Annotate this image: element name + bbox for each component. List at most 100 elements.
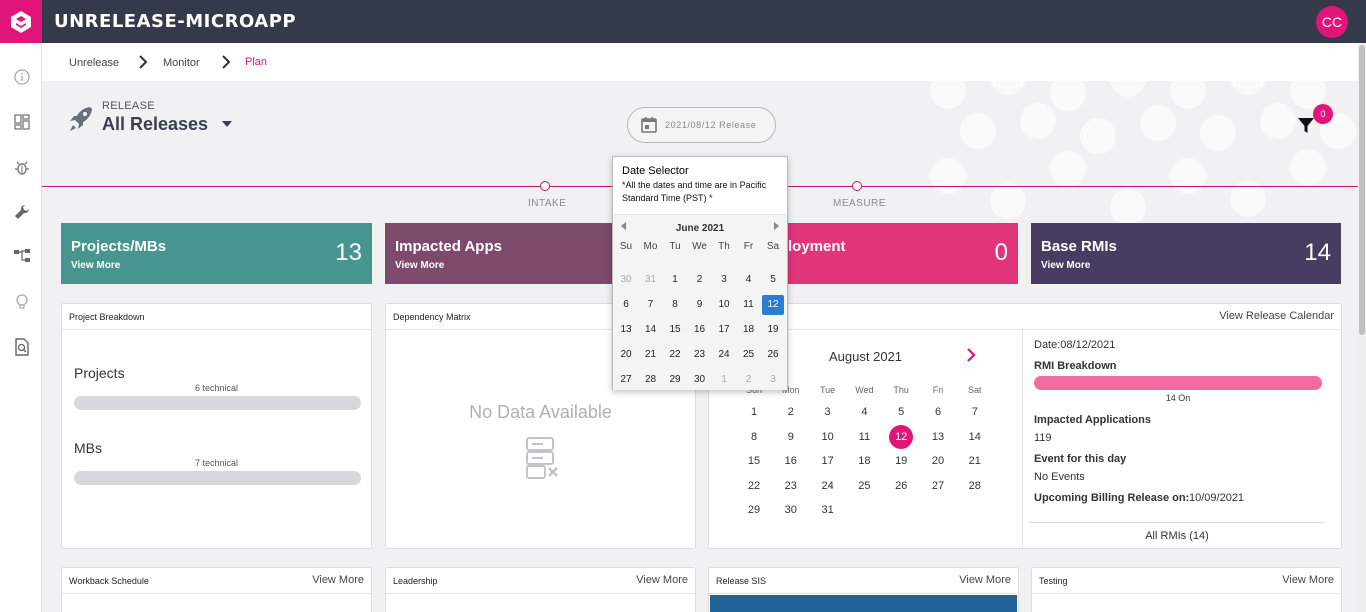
date-selector-day[interactable]: 2 xyxy=(738,370,760,390)
view-more-link[interactable]: View More xyxy=(312,574,364,586)
calendar-day[interactable]: 11 xyxy=(852,425,876,449)
timeline-intake-dot[interactable] xyxy=(540,181,550,191)
date-selector-day[interactable]: 7 xyxy=(640,295,662,315)
next-month-chevron-icon[interactable] xyxy=(966,348,976,362)
view-release-calendar-link[interactable]: View Release Calendar xyxy=(1219,310,1334,322)
next-month-arrow-icon[interactable] xyxy=(774,222,779,230)
calendar-day[interactable]: 13 xyxy=(926,425,950,449)
view-more-link[interactable]: View More xyxy=(1282,574,1334,586)
page-scrollbar-thumb[interactable] xyxy=(1359,45,1365,335)
calendar-day[interactable]: 27 xyxy=(926,474,950,498)
date-selector-day[interactable]: 4 xyxy=(738,270,760,290)
date-selector-day[interactable]: 10 xyxy=(713,295,735,315)
date-selector-day[interactable]: 13 xyxy=(615,320,637,340)
date-selector-day[interactable]: 31 xyxy=(640,270,662,290)
hierarchy-icon[interactable] xyxy=(12,246,32,266)
info-icon[interactable] xyxy=(12,67,32,87)
view-more-link[interactable]: View More xyxy=(1041,260,1090,271)
calendar-day[interactable]: 24 xyxy=(816,474,840,498)
calendar-day[interactable]: 23 xyxy=(779,474,803,498)
date-selector-day[interactable]: 22 xyxy=(664,345,686,365)
date-selector-day[interactable]: 30 xyxy=(615,270,637,290)
wrench-icon[interactable] xyxy=(12,202,32,222)
date-selector-day[interactable]: 28 xyxy=(640,370,662,390)
date-selector-day[interactable]: 15 xyxy=(664,320,686,340)
calendar-day[interactable]: 29 xyxy=(742,498,766,522)
date-selector-day[interactable]: 6 xyxy=(615,295,637,315)
lightbulb-icon[interactable] xyxy=(12,292,32,312)
rmi-breakdown-bar[interactable] xyxy=(1034,376,1322,390)
release-sis-bar xyxy=(710,595,1017,612)
calendar-day[interactable]: 17 xyxy=(816,449,840,473)
date-selector-day[interactable]: 26 xyxy=(762,345,784,365)
calendar-day[interactable]: 28 xyxy=(963,474,987,498)
calendar-day[interactable]: 22 xyxy=(742,474,766,498)
calendar-day[interactable]: 3 xyxy=(816,400,840,424)
calendar-day[interactable]: 15 xyxy=(742,449,766,473)
date-selector-day[interactable]: 16 xyxy=(689,320,711,340)
bug-icon[interactable] xyxy=(12,158,32,178)
date-selector-day[interactable]: 1 xyxy=(713,370,735,390)
date-selector-day[interactable]: 19 xyxy=(762,320,784,340)
date-selector-day[interactable]: 17 xyxy=(713,320,735,340)
calendar-day[interactable]: 1 xyxy=(742,400,766,424)
date-selector-day[interactable]: 9 xyxy=(689,295,711,315)
view-more-link[interactable]: View More xyxy=(636,574,688,586)
calendar-day[interactable]: 18 xyxy=(852,449,876,473)
date-selector-day[interactable]: 5 xyxy=(762,270,784,290)
calendar-day[interactable]: 12 xyxy=(889,424,914,449)
date-selector-day[interactable]: 24 xyxy=(713,345,735,365)
date-selector-day[interactable]: 27 xyxy=(615,370,637,390)
stat-card-base-rmis[interactable]: Base RMIs View More 14 xyxy=(1031,223,1341,284)
view-more-link[interactable]: View More xyxy=(71,260,120,271)
calendar-day[interactable]: 14 xyxy=(963,425,987,449)
all-rmis-link[interactable]: All RMIs (14) xyxy=(1029,530,1325,542)
date-selector-day[interactable]: 3 xyxy=(713,270,735,290)
breadcrumb-monitor[interactable]: Monitor xyxy=(163,57,200,69)
testing-panel: Testing View More xyxy=(1031,567,1342,612)
calendar-day[interactable]: 25 xyxy=(852,474,876,498)
date-selector-day[interactable]: 25 xyxy=(738,345,760,365)
date-selector-day[interactable]: 8 xyxy=(664,295,686,315)
timeline-measure-dot[interactable] xyxy=(852,181,862,191)
user-avatar[interactable]: CC xyxy=(1316,6,1348,38)
calendar-day[interactable]: 9 xyxy=(779,425,803,449)
date-selector-day[interactable]: 20 xyxy=(615,345,637,365)
calendar-day[interactable]: 10 xyxy=(816,425,840,449)
date-selector-day[interactable]: 3 xyxy=(762,370,784,390)
date-selector-day[interactable]: 30 xyxy=(689,370,711,390)
breadcrumb-unrelease[interactable]: Unrelease xyxy=(69,57,119,69)
caret-down-icon[interactable] xyxy=(222,121,232,127)
calendar-day[interactable]: 20 xyxy=(926,449,950,473)
calendar-day[interactable]: 21 xyxy=(963,449,987,473)
date-selector-day[interactable]: 18 xyxy=(738,320,760,340)
stat-card-projects[interactable]: Projects/MBs View More 13 xyxy=(61,223,372,284)
app-logo-icon[interactable] xyxy=(0,0,42,43)
calendar-day[interactable]: 30 xyxy=(779,498,803,522)
calendar-day[interactable]: 2 xyxy=(779,400,803,424)
calendar-day[interactable]: 4 xyxy=(852,400,876,424)
calendar-day[interactable]: 6 xyxy=(926,400,950,424)
view-more-link[interactable]: View More xyxy=(395,260,444,271)
date-selector-day[interactable]: 21 xyxy=(640,345,662,365)
calendar-weekday-label: Sat xyxy=(968,385,982,395)
date-selector-day[interactable]: 1 xyxy=(664,270,686,290)
date-selector-day[interactable]: 23 xyxy=(689,345,711,365)
calendar-day[interactable]: 7 xyxy=(963,400,987,424)
view-more-link[interactable]: View More xyxy=(959,574,1011,586)
date-selector-day[interactable]: 14 xyxy=(640,320,662,340)
date-selector-day[interactable]: 11 xyxy=(738,295,760,315)
release-date-button[interactable]: 2021/08/12 Release xyxy=(627,107,776,143)
calendar-day[interactable]: 8 xyxy=(742,425,766,449)
release-select[interactable]: All Releases xyxy=(102,114,208,135)
calendar-day[interactable]: 16 xyxy=(779,449,803,473)
calendar-day[interactable]: 5 xyxy=(889,400,913,424)
calendar-day[interactable]: 31 xyxy=(816,498,840,522)
date-selector-day[interactable]: 29 xyxy=(664,370,686,390)
dashboard-icon[interactable] xyxy=(12,112,32,132)
date-selector-day[interactable]: 2 xyxy=(689,270,711,290)
date-selector-day[interactable]: 12 xyxy=(762,295,784,315)
search-document-icon[interactable] xyxy=(12,337,32,357)
calendar-day[interactable]: 26 xyxy=(889,474,913,498)
calendar-day[interactable]: 19 xyxy=(889,449,913,473)
